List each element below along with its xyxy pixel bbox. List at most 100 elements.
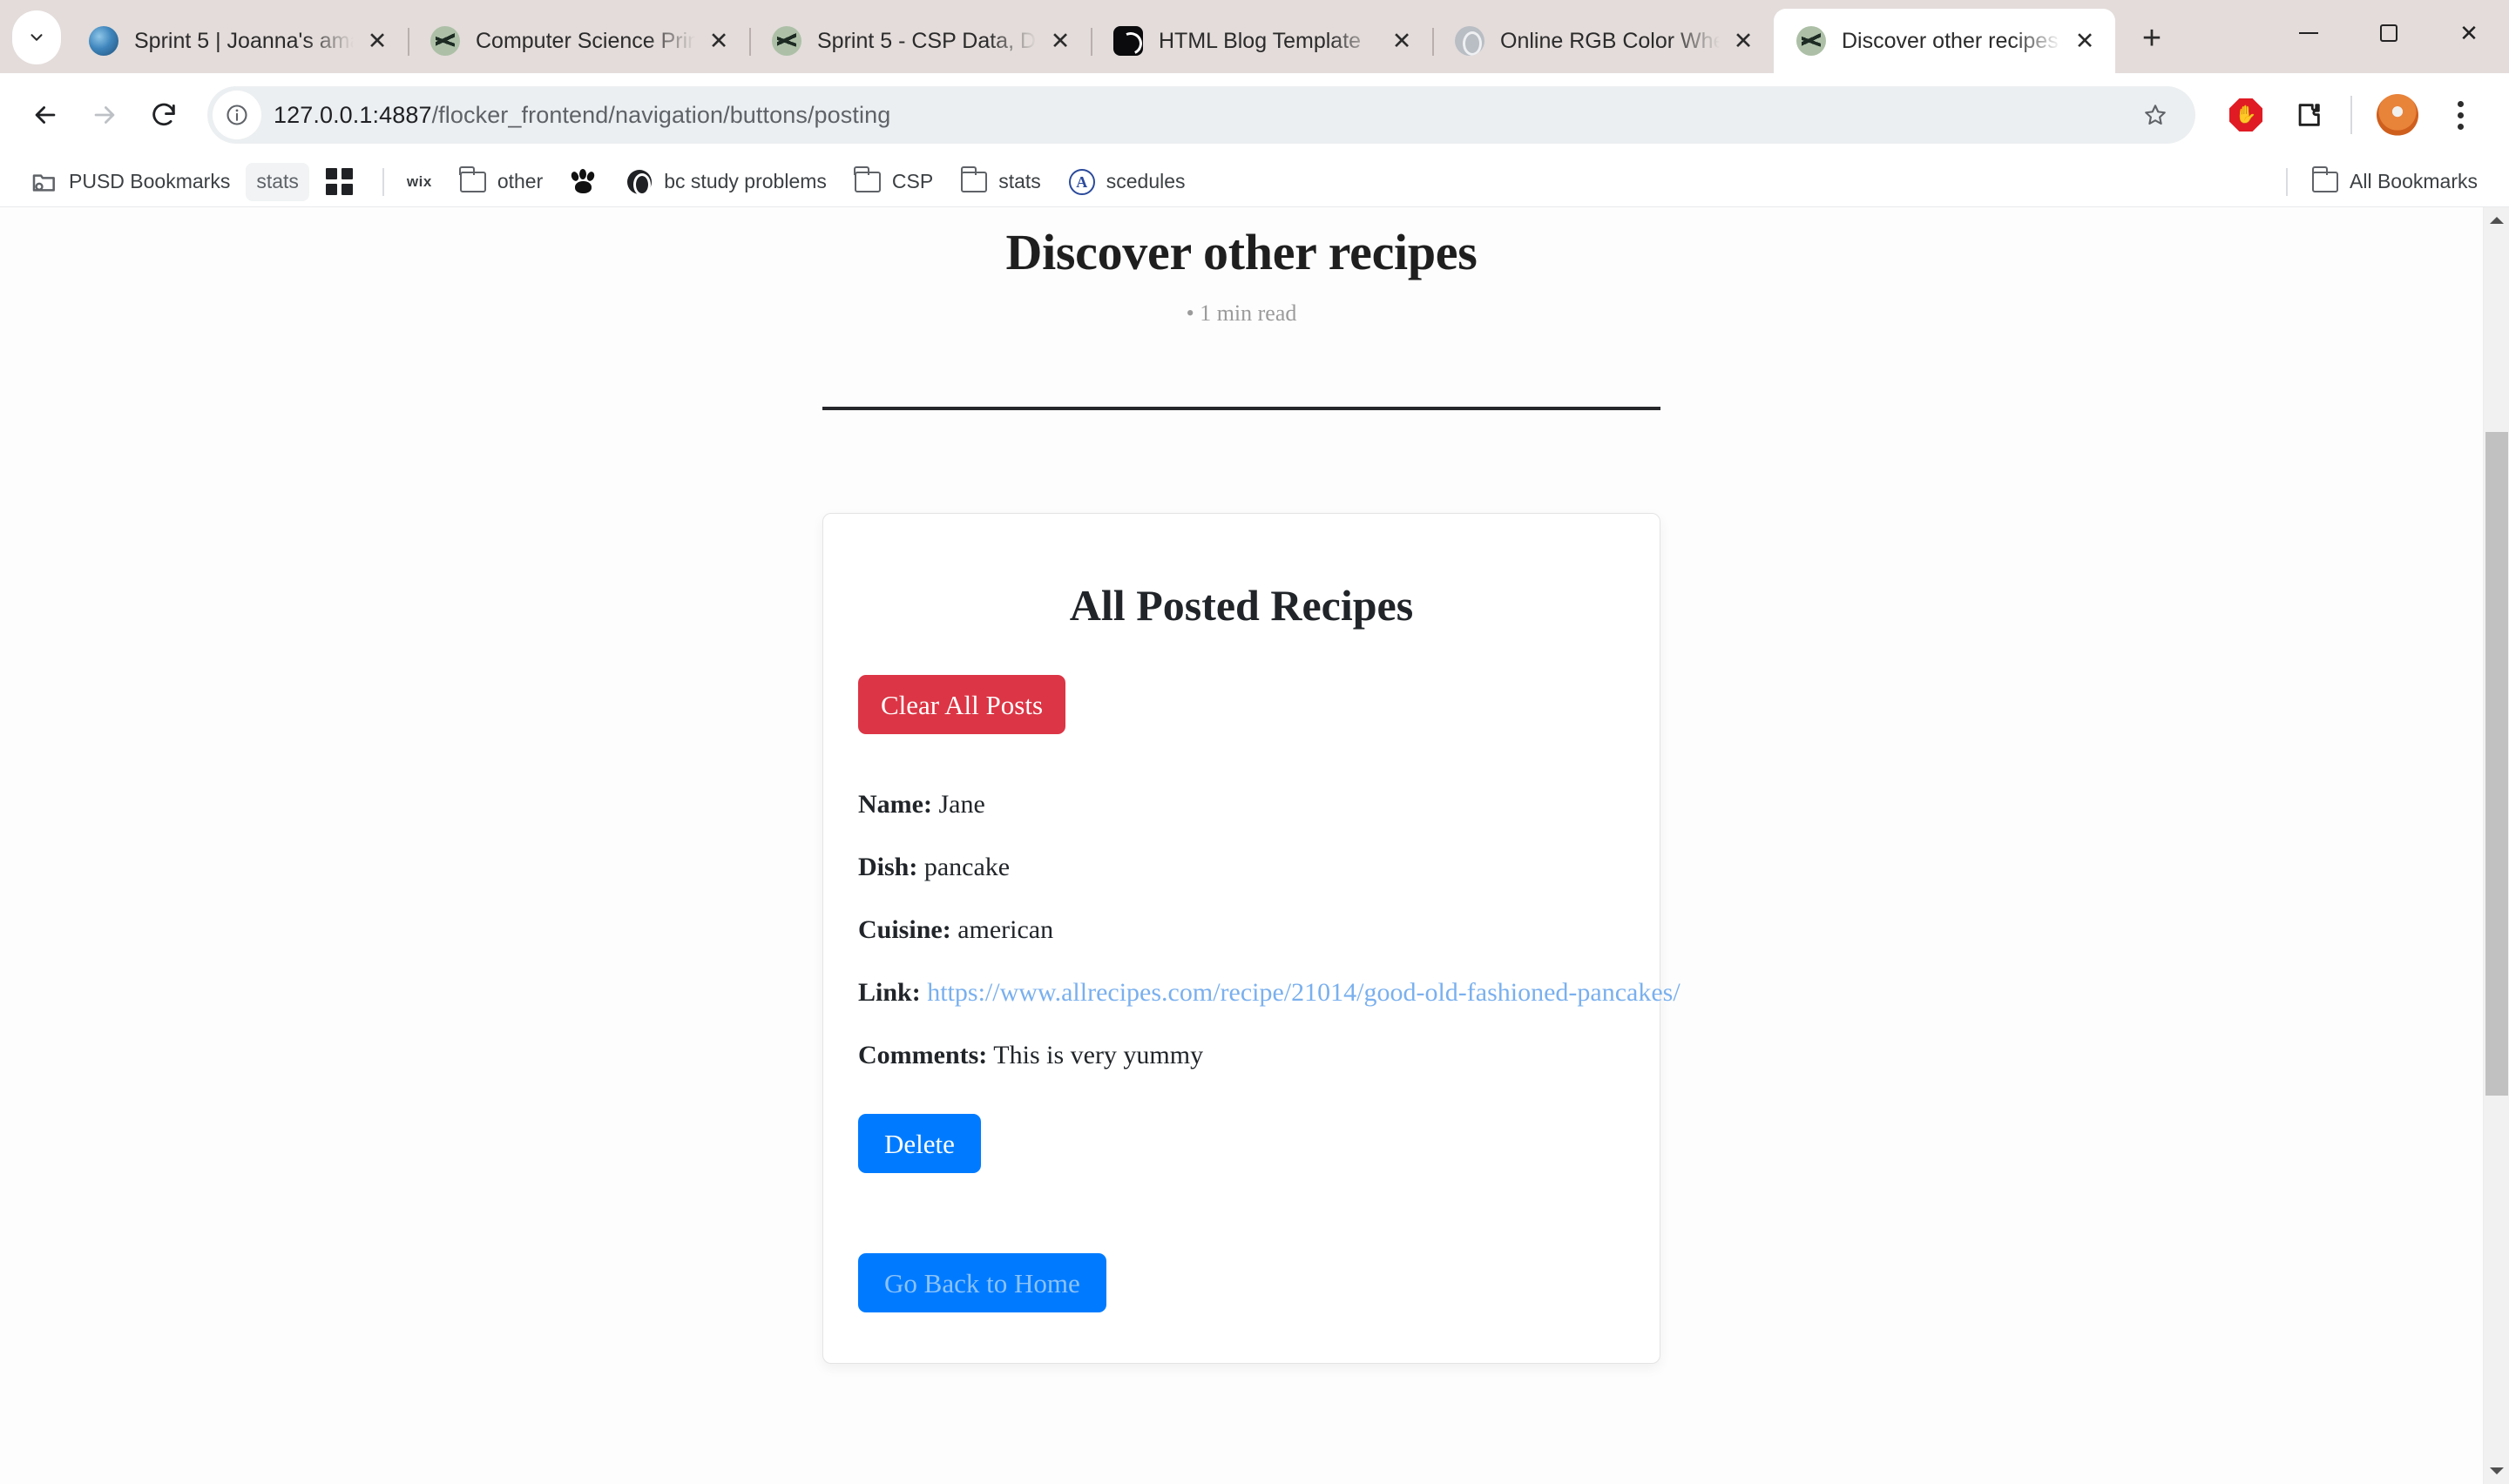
field-comments-label: Comments: [858, 1041, 988, 1069]
all-bookmarks-label: All Bookmarks [2350, 170, 2478, 192]
tab-title: Sprint 5 | Joanna's amaz [134, 28, 354, 53]
field-dish: Dish: pancake [858, 853, 1625, 882]
forward-button[interactable] [75, 85, 134, 145]
apps-grid-icon [325, 167, 355, 197]
bookmark-wix[interactable]: wix [396, 163, 443, 201]
recipe-link[interactable]: https://www.allrecipes.com/recipe/21014/… [927, 978, 1680, 1007]
three-dot-menu-icon [2457, 100, 2464, 130]
clear-all-posts-button[interactable]: Clear All Posts [858, 675, 1066, 734]
tab-close-button[interactable]: ✕ [359, 23, 396, 59]
tab-sprint5-csp-data[interactable]: Sprint 5 - CSP Data, Deb ✕ [749, 9, 1091, 73]
scroll-down-arrow-icon[interactable] [2484, 1458, 2509, 1484]
window-controls: ✕ [2269, 9, 2509, 57]
delete-post-button[interactable]: Delete [858, 1114, 981, 1173]
back-arrow-icon [35, 106, 56, 124]
folder-icon [959, 165, 989, 197]
posted-recipes-card: All Posted Recipes Clear All Posts Name:… [822, 513, 1681, 1364]
new-tab-button[interactable]: + [2127, 14, 2176, 63]
tab-list: Sprint 5 | Joanna's amaz ✕ Computer Scie… [66, 0, 2269, 73]
bookmark-label: scedules [1106, 170, 1186, 192]
scrollbar-thumb[interactable] [2485, 432, 2508, 1096]
bird-favicon [772, 26, 801, 56]
tab-search-button[interactable] [12, 10, 61, 64]
bookmark-label: other [497, 170, 544, 192]
home-button-row: Go Back to Home [858, 1173, 1625, 1312]
tab-computer-science[interactable]: Computer Science Princ ✕ [408, 9, 749, 73]
tab-divider [1432, 28, 1434, 56]
tab-html-blog-template[interactable]: HTML Blog Template ✕ [1091, 9, 1432, 73]
bookmark-csp[interactable]: CSP [842, 163, 943, 201]
bookmark-label: wix [406, 172, 432, 190]
reload-icon [152, 103, 175, 126]
folder-icon [2310, 165, 2340, 197]
bookmarks-folder-icon [30, 167, 59, 197]
profile-avatar [2377, 94, 2418, 136]
tab-close-button[interactable]: ✕ [2066, 23, 2103, 59]
tab-title: Sprint 5 - CSP Data, Deb [817, 28, 1037, 53]
paw-icon [569, 167, 599, 197]
adblock-button[interactable]: ✋ [2216, 85, 2276, 145]
bookmark-stats-1[interactable]: stats [246, 162, 309, 201]
field-dish-label: Dish: [858, 853, 918, 881]
field-name: Name: Jane [858, 790, 1625, 820]
bookmark-bc-study-problems[interactable]: bc study problems [614, 163, 837, 201]
field-cuisine-value: american [957, 915, 1054, 944]
tab-title: Computer Science Princ [476, 28, 695, 53]
address-bar[interactable]: 127.0.0.1:4887/flocker_frontend/navigati… [207, 86, 2195, 144]
field-link: Link: https://www.allrecipes.com/recipe/… [858, 978, 1681, 1008]
star-icon [2145, 105, 2166, 125]
globe-favicon [1455, 26, 1484, 56]
tab-sprint5-joanna[interactable]: Sprint 5 | Joanna's amaz ✕ [66, 9, 408, 73]
card-heading: All Posted Recipes [1069, 581, 1414, 630]
url-path: /flocker_frontend/navigation/buttons/pos… [431, 101, 891, 128]
openai-favicon [1113, 26, 1143, 56]
bookmark-other[interactable]: other [448, 163, 553, 201]
bookmark-pusd-bookmarks[interactable]: PUSD Bookmarks [19, 163, 240, 201]
page-scrollbar[interactable] [2483, 207, 2509, 1484]
chevron-down-icon [30, 34, 43, 41]
tab-close-button[interactable]: ✕ [1383, 23, 1420, 59]
title-divider [822, 407, 1660, 410]
bookmark-label: stats [998, 170, 1041, 192]
maximize-button[interactable] [2349, 9, 2429, 57]
tab-close-button[interactable]: ✕ [1042, 23, 1079, 59]
url-text[interactable]: 127.0.0.1:4887/flocker_frontend/navigati… [274, 102, 2129, 129]
tab-online-rgb-color-wheel[interactable]: Online RGB Color Whee ✕ [1432, 9, 1774, 73]
reload-button[interactable] [134, 85, 193, 145]
school-seal-icon: A [1067, 167, 1097, 197]
all-bookmarks-button[interactable]: All Bookmarks [2300, 163, 2488, 201]
extensions-button[interactable] [2279, 85, 2338, 145]
bookmark-label: bc study problems [664, 170, 827, 192]
bookmark-paw[interactable] [558, 163, 609, 201]
close-window-button[interactable]: ✕ [2429, 9, 2509, 57]
tab-divider [749, 28, 751, 56]
page-content: Discover other recipes • 1 min read All … [0, 207, 2483, 1484]
scroll-up-arrow-icon[interactable] [2484, 207, 2509, 233]
field-dish-value: pancake [923, 853, 1011, 881]
bookmark-stats-2[interactable]: stats [949, 163, 1052, 201]
bookmark-scedules[interactable]: A scedules [1057, 163, 1196, 201]
browser-menu-button[interactable] [2431, 85, 2490, 145]
tab-title: Discover other recipes | [1842, 28, 2061, 53]
field-cuisine-label: Cuisine: [858, 915, 951, 944]
bookmark-apps-grid[interactable] [314, 163, 365, 201]
tab-discover-other-recipes[interactable]: Discover other recipes | ✕ [1774, 9, 2115, 73]
bird-favicon [1796, 26, 1826, 56]
site-info-button[interactable] [213, 91, 261, 139]
tab-title: HTML Blog Template [1159, 28, 1362, 53]
back-button[interactable] [16, 85, 75, 145]
browser-toolbar: 127.0.0.1:4887/flocker_frontend/navigati… [0, 73, 2509, 157]
read-time-meta: • 1 min read [1186, 300, 1297, 326]
tab-divider [408, 28, 409, 56]
profile-button[interactable] [2368, 85, 2427, 145]
bookmark-star-button[interactable] [2129, 89, 2181, 141]
bird-favicon [430, 26, 460, 56]
folder-icon [458, 165, 488, 197]
go-back-home-button[interactable]: Go Back to Home [858, 1253, 1106, 1312]
tab-close-button[interactable]: ✕ [700, 23, 737, 59]
toolbar-divider [2350, 96, 2352, 134]
minimize-button[interactable] [2269, 9, 2349, 57]
tab-close-button[interactable]: ✕ [1725, 23, 1762, 59]
url-host: 127.0.0.1:4887 [274, 101, 432, 128]
field-comments-value: This is very yummy [993, 1041, 1204, 1069]
